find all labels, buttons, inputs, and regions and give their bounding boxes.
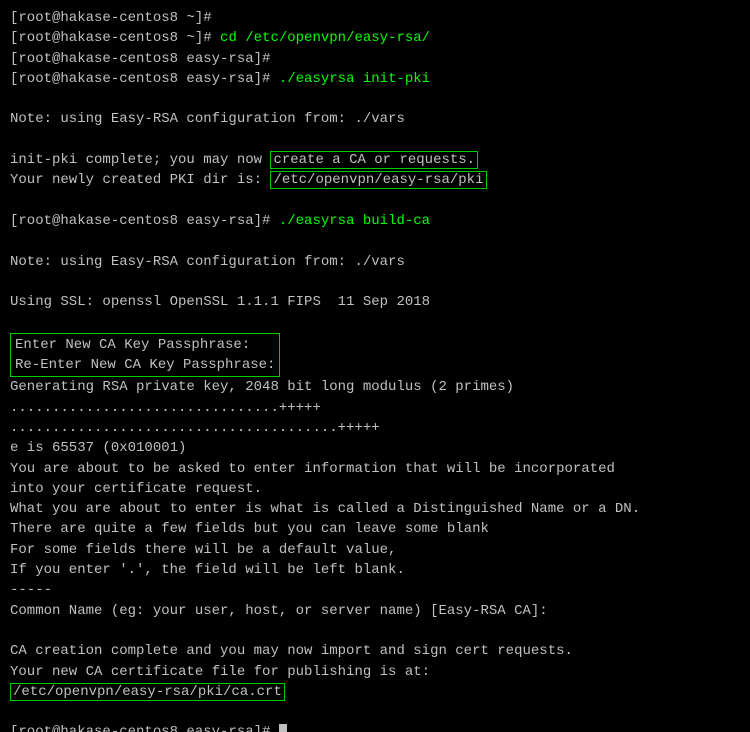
ca-cert-text: Your new CA certificate file for publish… xyxy=(10,664,430,680)
line-7 xyxy=(10,130,740,150)
line-25: What you are about to enter is what is c… xyxy=(10,499,740,519)
line-16 xyxy=(10,312,740,332)
passphrase-reenter-text: Re-Enter New CA Key Passphrase: xyxy=(15,357,275,373)
dots-2: .......................................+… xyxy=(10,420,380,436)
cmd-2: cd /etc/openvpn/easy-rsa/ xyxy=(212,30,430,46)
ca-crt-path: /etc/openvpn/easy-rsa/pki/ca.crt xyxy=(10,683,285,701)
prompt-4: [root@hakase-centos8 easy-rsa]# xyxy=(10,71,270,87)
line-34: /etc/openvpn/easy-rsa/pki/ca.crt xyxy=(10,682,740,702)
line-3: [root@hakase-centos8 easy-rsa]# xyxy=(10,49,740,69)
cursor-block xyxy=(279,724,287,732)
line-14 xyxy=(10,272,740,292)
passphrase-reenter: Re-Enter New CA Key Passphrase: xyxy=(15,355,275,375)
line-24: into your certificate request. xyxy=(10,479,740,499)
terminal-window: [root@hakase-centos8 ~]# [root@hakase-ce… xyxy=(0,0,750,732)
line-30: Common Name (eg: your user, host, or ser… xyxy=(10,601,740,621)
note-text-1: Note: using Easy-RSA configuration from:… xyxy=(10,111,405,127)
rsa-gen-text: Generating RSA private key, 2048 bit lon… xyxy=(10,379,514,395)
e-value: e is 65537 (0x010001) xyxy=(10,440,186,456)
line-4: [root@hakase-centos8 easy-rsa]# ./easyrs… xyxy=(10,69,740,89)
line-33: Your new CA certificate file for publish… xyxy=(10,662,740,682)
separator: ----- xyxy=(10,582,52,598)
line-29: ----- xyxy=(10,580,740,600)
about-text-1: You are about to be asked to enter infor… xyxy=(10,461,615,477)
line-9: Your newly created PKI dir is: /etc/open… xyxy=(10,170,740,190)
fields-text-1: There are quite a few fields but you can… xyxy=(10,521,489,537)
line-31 xyxy=(10,621,740,641)
init-pki-before: init-pki complete; you may now xyxy=(10,152,270,168)
line-27: For some fields there will be a default … xyxy=(10,540,740,560)
ssl-text: Using SSL: openssl OpenSSL 1.1.1 FIPS 11… xyxy=(10,294,430,310)
dots-1: ................................+++++ xyxy=(10,400,321,416)
create-ca-box: create a CA or requests. xyxy=(270,151,478,169)
line-8: init-pki complete; you may now create a … xyxy=(10,150,740,170)
line-10 xyxy=(10,191,740,211)
dn-text: What you are about to enter is what is c… xyxy=(10,501,640,517)
line-6: Note: using Easy-RSA configuration from:… xyxy=(10,109,740,129)
line-22: e is 65537 (0x010001) xyxy=(10,438,740,458)
line-20: ................................+++++ xyxy=(10,398,740,418)
line-12 xyxy=(10,231,740,251)
ca-complete-text: CA creation complete and you may now imp… xyxy=(10,643,573,659)
line-36: [root@hakase-centos8 easy-rsa]# xyxy=(10,722,740,732)
about-text-2: into your certificate request. xyxy=(10,481,262,497)
note-text-2: Note: using Easy-RSA configuration from:… xyxy=(10,254,405,270)
dot-blank-text: If you enter '.', the field will be left… xyxy=(10,562,405,578)
line-26: There are quite a few fields but you can… xyxy=(10,519,740,539)
line-5 xyxy=(10,89,740,109)
line-2: [root@hakase-centos8 ~]# cd /etc/openvpn… xyxy=(10,28,740,48)
pki-dir-before: Your newly created PKI dir is: xyxy=(10,172,270,188)
prompt-1: [root@hakase-centos8 ~]# xyxy=(10,10,212,26)
pki-dir-path: /etc/openvpn/easy-rsa/pki xyxy=(270,171,486,189)
line-19: Generating RSA private key, 2048 bit lon… xyxy=(10,377,740,397)
passphrase-enter-text: Enter New CA Key Passphrase: xyxy=(15,337,250,353)
prompt-2: [root@hakase-centos8 ~]# xyxy=(10,30,212,46)
cmd-11: ./easyrsa build-ca xyxy=(270,213,430,229)
line-11: [root@hakase-centos8 easy-rsa]# ./easyrs… xyxy=(10,211,740,231)
prompt-3: [root@hakase-centos8 easy-rsa]# xyxy=(10,51,270,67)
final-prompt: [root@hakase-centos8 easy-rsa]# xyxy=(10,724,270,732)
line-13: Note: using Easy-RSA configuration from:… xyxy=(10,252,740,272)
fields-text-2: For some fields there will be a default … xyxy=(10,542,396,558)
cmd-4: ./easyrsa init-pki xyxy=(270,71,430,87)
line-23: You are about to be asked to enter infor… xyxy=(10,459,740,479)
prompt-11: [root@hakase-centos8 easy-rsa]# xyxy=(10,213,270,229)
line-1: [root@hakase-centos8 ~]# xyxy=(10,8,740,28)
cursor-space xyxy=(270,724,278,732)
line-21: .......................................+… xyxy=(10,418,740,438)
line-15: Using SSL: openssl OpenSSL 1.1.1 FIPS 11… xyxy=(10,292,740,312)
passphrase-enter: Enter New CA Key Passphrase: xyxy=(15,335,275,355)
line-35 xyxy=(10,702,740,722)
passphrase-block: Enter New CA Key Passphrase: Re-Enter Ne… xyxy=(10,333,280,378)
common-name-text: Common Name (eg: your user, host, or ser… xyxy=(10,603,548,619)
line-28: If you enter '.', the field will be left… xyxy=(10,560,740,580)
line-32: CA creation complete and you may now imp… xyxy=(10,641,740,661)
